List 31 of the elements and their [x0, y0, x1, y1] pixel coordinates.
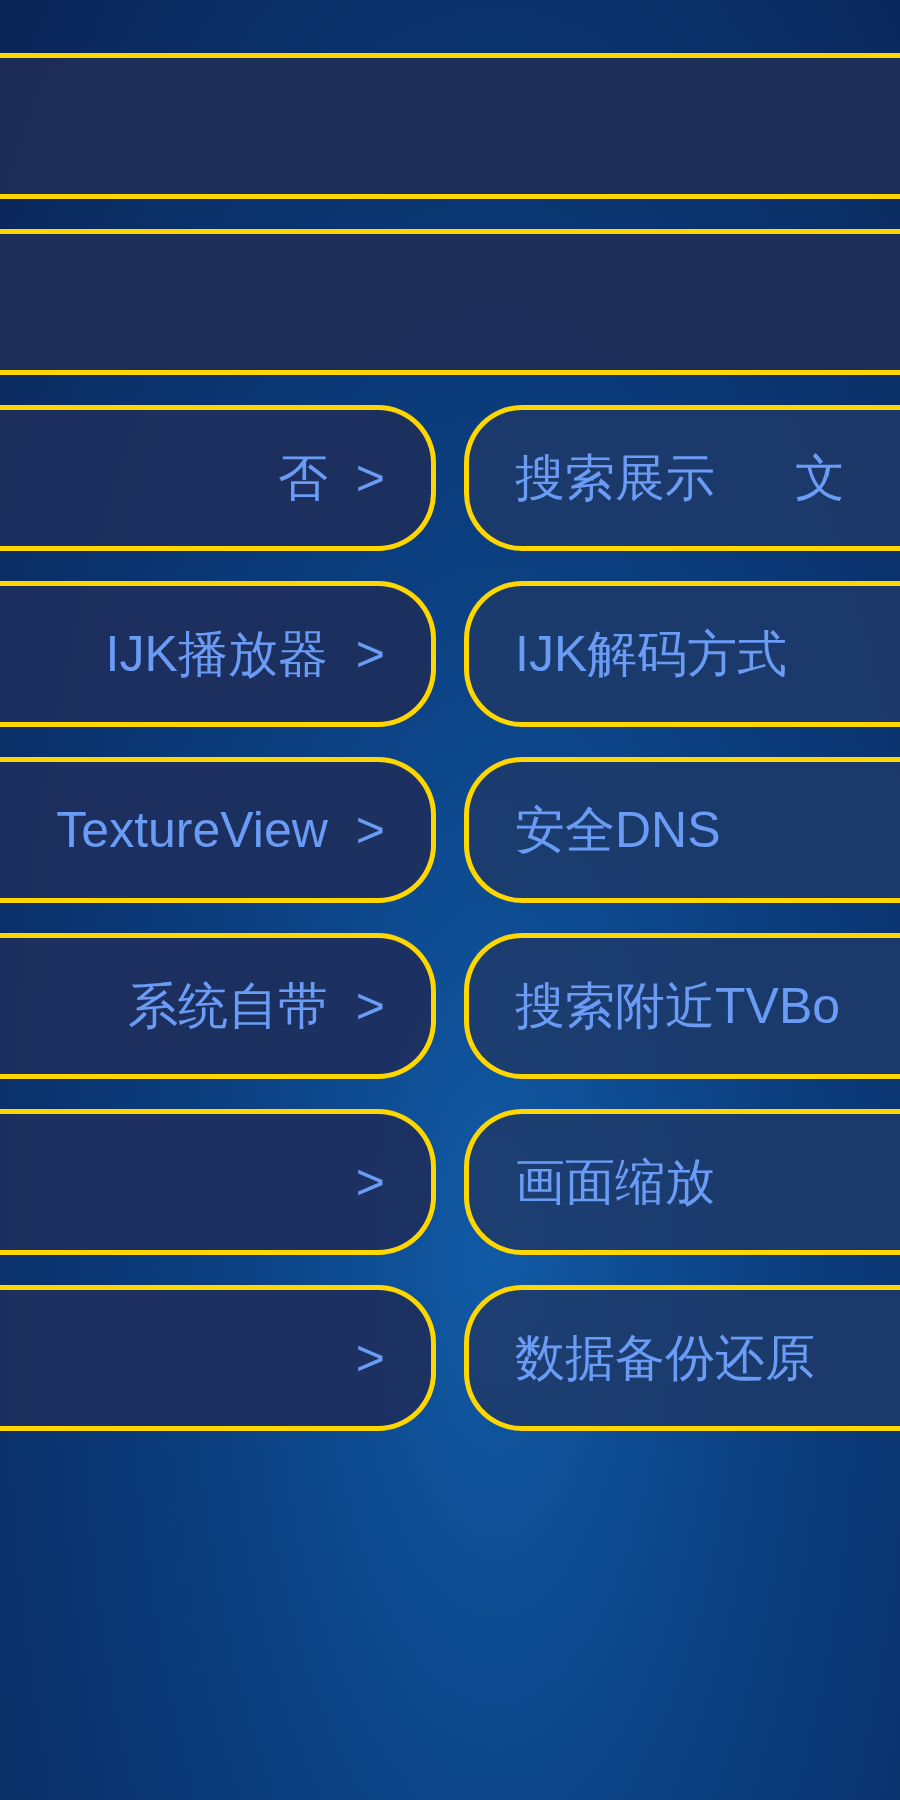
- setting-item-button[interactable]: 搜索展示 文: [464, 405, 900, 551]
- setting-value: 系统自带: [127, 981, 328, 1031]
- chevron-text: >: [355, 1157, 385, 1207]
- setting-value-button[interactable]: >: [0, 1285, 436, 1431]
- setting-item-button[interactable]: 安全DNS: [464, 757, 900, 903]
- header-bar[interactable]: [0, 229, 900, 375]
- chevron-text: >: [355, 453, 385, 503]
- setting-label: 搜索展示: [515, 453, 715, 503]
- setting-label: 安全DNS: [515, 805, 721, 855]
- setting-value-button[interactable]: TextureView >: [0, 757, 436, 903]
- chevron-text: >: [355, 981, 385, 1031]
- setting-value-button[interactable]: 系统自带 >: [0, 933, 436, 1079]
- setting-item-button[interactable]: 数据备份还原: [464, 1285, 900, 1431]
- setting-item-button[interactable]: 搜索附近TVBo: [464, 933, 900, 1079]
- header-bar[interactable]: [0, 53, 900, 199]
- setting-value: IJK播放器: [105, 629, 328, 679]
- setting-item-button[interactable]: IJK解码方式: [464, 581, 900, 727]
- setting-value-button[interactable]: >: [0, 1109, 436, 1255]
- setting-label: IJK解码方式: [515, 629, 788, 679]
- chevron-text: >: [355, 629, 385, 679]
- setting-value: 否: [277, 453, 328, 503]
- setting-value-button[interactable]: IJK播放器 >: [0, 581, 436, 727]
- setting-label: 画面缩放: [515, 1157, 715, 1207]
- setting-value: 文: [795, 453, 845, 503]
- setting-value-button[interactable]: 否 >: [0, 405, 436, 551]
- setting-label: 搜索附近TVBo: [515, 981, 841, 1031]
- setting-item-button[interactable]: 画面缩放: [464, 1109, 900, 1255]
- chevron-text: >: [355, 805, 385, 855]
- chevron-text: >: [355, 1333, 385, 1383]
- setting-value: TextureView: [56, 805, 328, 855]
- setting-label: 数据备份还原: [515, 1333, 815, 1383]
